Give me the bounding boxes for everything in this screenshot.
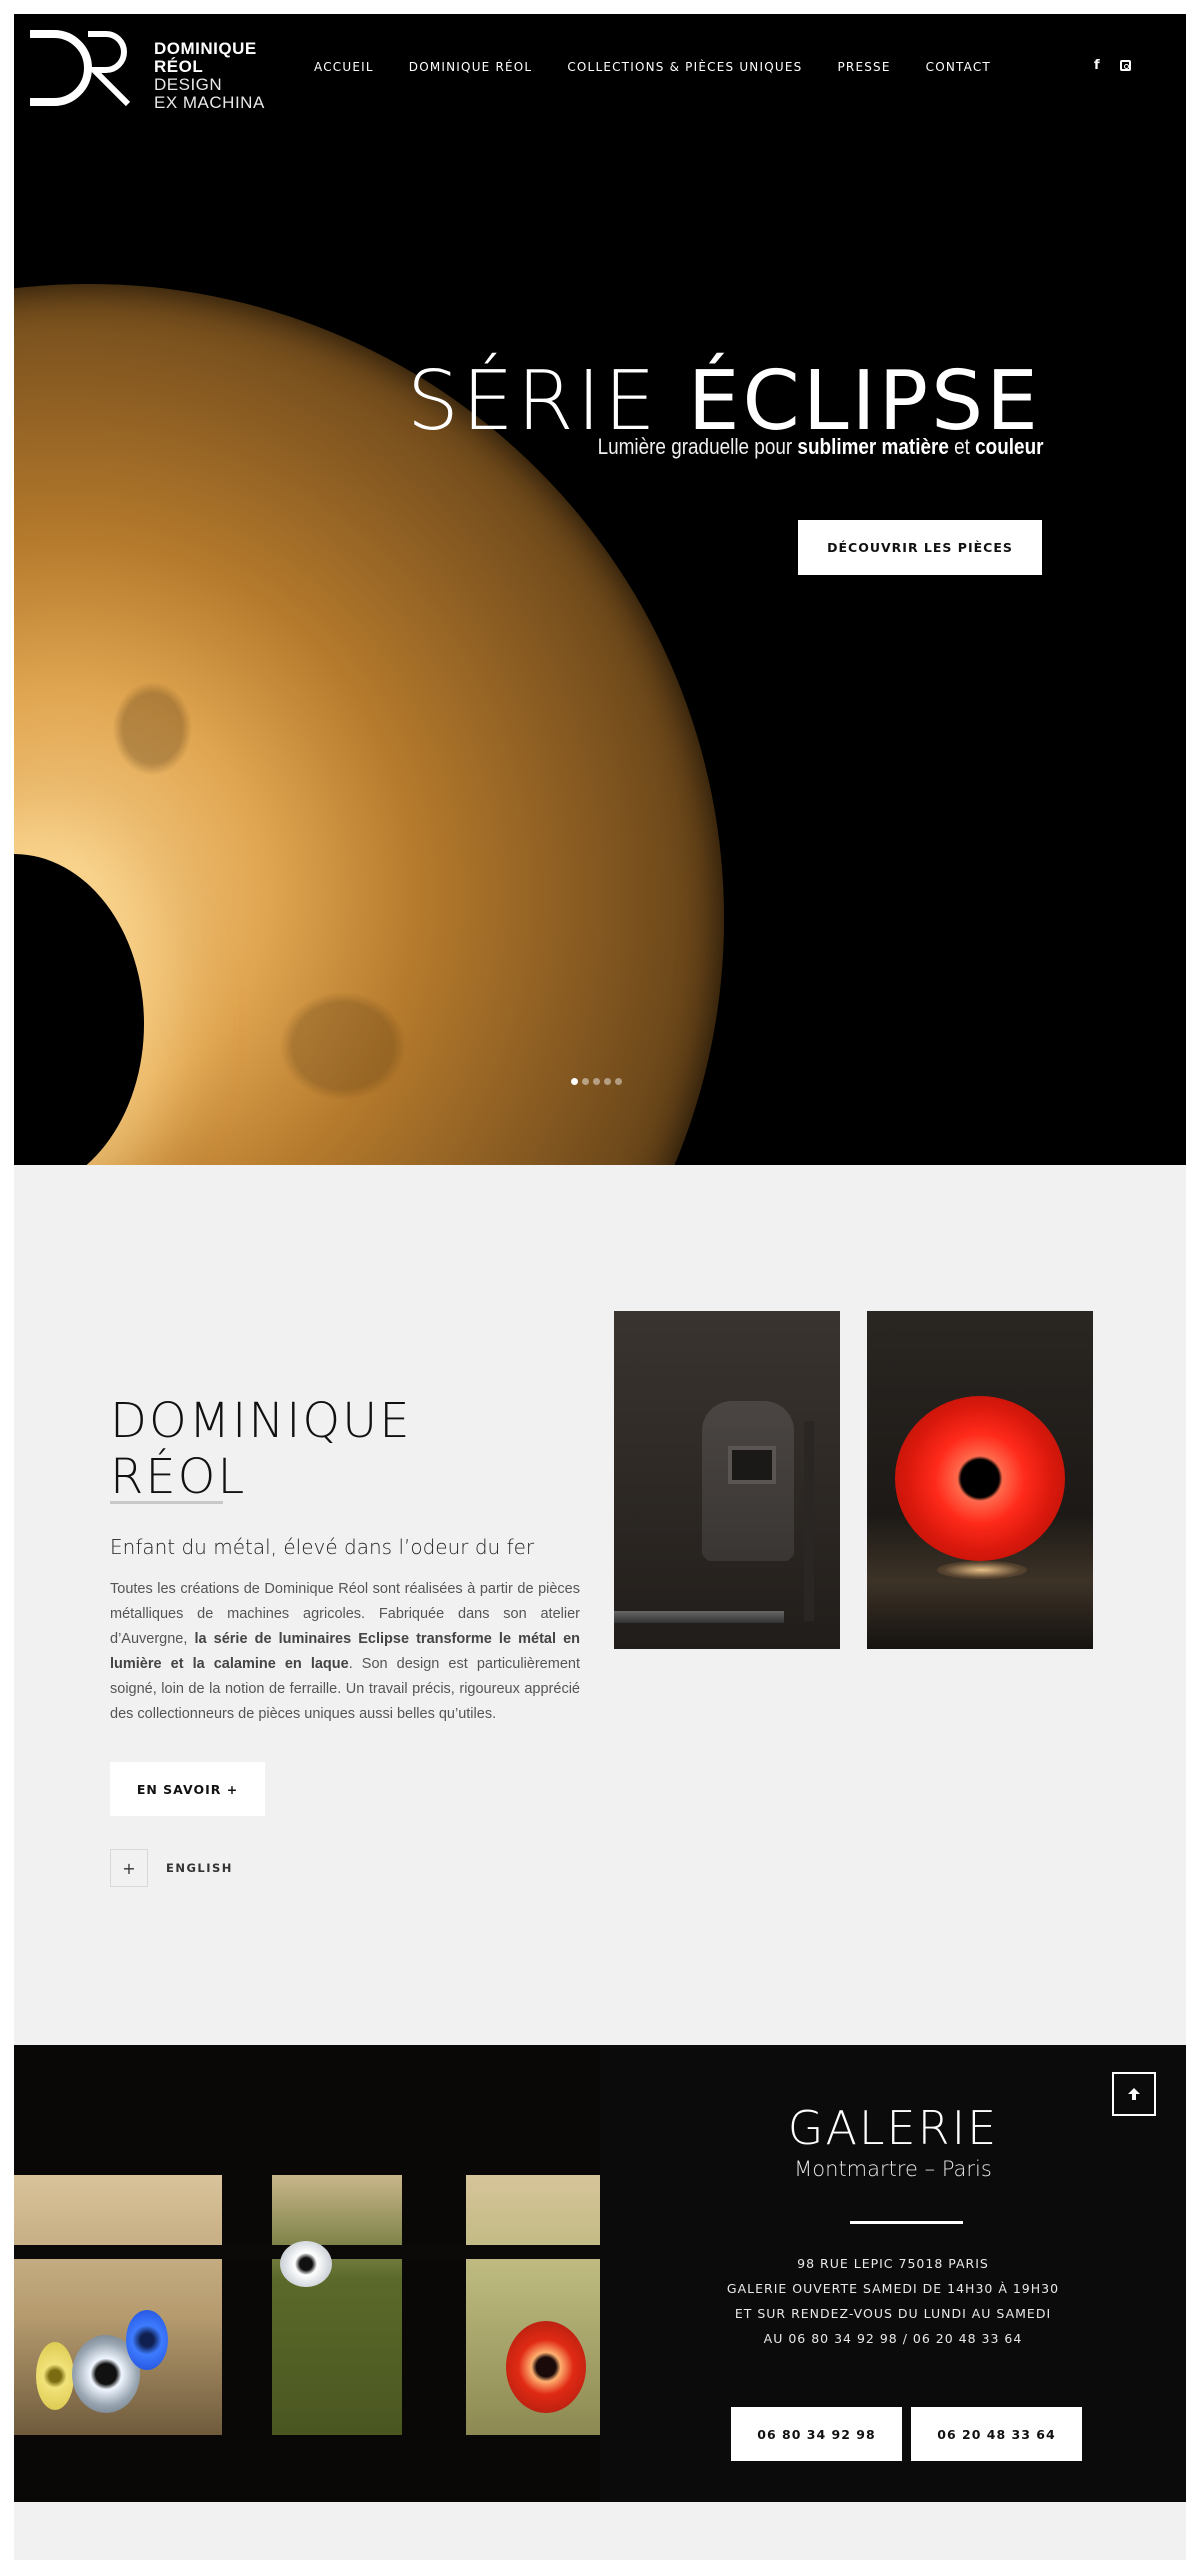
back-to-top-button[interactable] — [1112, 2072, 1156, 2116]
slider-dot[interactable] — [604, 1078, 611, 1085]
photo-lamp-glow — [937, 1561, 1027, 1579]
slider-dot[interactable] — [582, 1078, 589, 1085]
gallery-storefront-photo — [14, 2045, 600, 2502]
photo-lamp-yellow — [36, 2342, 74, 2410]
hero-slider: DOMINIQUE RÉOL DESIGN EX MACHINA ACCUEIL… — [14, 14, 1186, 1165]
photo-lamp-white — [280, 2241, 332, 2287]
about-section: DOMINIQUE RÉOL Enfant du métal, élevé da… — [14, 1165, 1186, 2045]
about-paragraph: Toutes les créations de Dominique Réol s… — [110, 1577, 580, 1727]
hero-subtitle-bold: sublimer matière — [796, 434, 949, 459]
hero-subtitle-text: et — [948, 434, 975, 459]
call-phone-1-button[interactable]: 06 80 34 92 98 — [731, 2407, 902, 2461]
gallery-address: 98 RUE LEPIC 75018 PARIS GALERIE OUVERTE… — [600, 2251, 1186, 2351]
photo-lamp-red — [506, 2321, 586, 2413]
learn-more-button[interactable]: EN SAVOIR + — [110, 1762, 265, 1816]
about-title: DOMINIQUE RÉOL — [110, 1393, 412, 1505]
site-header: DOMINIQUE RÉOL DESIGN EX MACHINA ACCUEIL… — [14, 14, 1186, 120]
hero-subtitle-bold: couleur — [974, 434, 1043, 459]
logo-line-1: DOMINIQUE — [154, 39, 257, 58]
photo-mask-window — [728, 1446, 776, 1484]
page-frame: DOMINIQUE RÉOL DESIGN EX MACHINA ACCUEIL… — [14, 14, 1186, 2560]
social-links: f — [1094, 58, 1131, 73]
dr-monogram-icon — [30, 30, 131, 107]
discover-pieces-button[interactable]: DÉCOUVRIR LES PIÈCES — [798, 520, 1042, 575]
plus-icon[interactable]: + — [110, 1849, 148, 1887]
nav-presse[interactable]: PRESSE — [837, 60, 890, 74]
hero-subtitle: Lumière graduelle pour sublimer matière … — [597, 434, 1043, 460]
gallery-section: GALERIE Montmartre – Paris 98 RUE LEPIC … — [14, 2045, 1186, 2502]
address-line: ET SUR RENDEZ-VOUS DU LUNDI AU SAMEDI — [734, 2306, 1052, 2321]
call-phone-2-button[interactable]: 06 20 48 33 64 — [911, 2407, 1082, 2461]
photo-red-lamp — [895, 1396, 1065, 1561]
logo-wordmark: DOMINIQUE RÉOL DESIGN EX MACHINA — [154, 40, 265, 112]
address-line: GALERIE OUVERTE SAMEDI DE 14H30 À 19H30 — [726, 2281, 1060, 2296]
hero-subtitle-text: Lumière graduelle pour — [597, 434, 797, 459]
gallery-title: GALERIE — [787, 2101, 999, 2155]
language-switch[interactable]: + ENGLISH — [110, 1849, 233, 1887]
facebook-icon[interactable]: f — [1094, 58, 1100, 73]
nav-contact[interactable]: CONTACT — [926, 60, 991, 74]
photo-bar — [804, 1421, 814, 1621]
logo-line-4: EX MACHINA — [154, 93, 265, 112]
welding-mask-photo — [614, 1311, 840, 1649]
logo-line-3: DESIGN — [154, 75, 223, 94]
address-line: AU 06 80 34 92 98 / 06 20 48 33 64 — [763, 2331, 1023, 2346]
about-title-line-2: RÉOL — [110, 1448, 247, 1505]
logo-line-2: RÉOL — [154, 57, 204, 76]
english-link[interactable]: ENGLISH — [166, 1861, 233, 1875]
photo-lamp-blue — [126, 2310, 168, 2370]
photo-tube — [614, 1611, 784, 1623]
slider-pagination — [571, 1078, 622, 1085]
instagram-icon[interactable] — [1119, 60, 1131, 71]
red-lamp-photo — [867, 1311, 1093, 1649]
main-nav: ACCUEIL DOMINIQUE RÉOL COLLECTIONS & PIÈ… — [314, 60, 1026, 74]
gallery-info: GALERIE Montmartre – Paris 98 RUE LEPIC … — [600, 2045, 1186, 2502]
address-line: 98 RUE LEPIC 75018 PARIS — [797, 2256, 989, 2271]
slider-dot[interactable] — [615, 1078, 622, 1085]
divider — [850, 2221, 963, 2224]
site-logo[interactable]: DOMINIQUE RÉOL DESIGN EX MACHINA — [28, 28, 278, 112]
arrow-up-icon — [1128, 2088, 1140, 2100]
nav-collections[interactable]: COLLECTIONS & PIÈCES UNIQUES — [567, 60, 802, 74]
slider-dot[interactable] — [593, 1078, 600, 1085]
slider-dot[interactable] — [571, 1078, 578, 1085]
photo-window — [272, 2175, 402, 2435]
gallery-subtitle: Montmartre – Paris — [794, 2157, 992, 2181]
nav-dominique-reol[interactable]: DOMINIQUE RÉOL — [409, 60, 533, 74]
about-subtitle: Enfant du métal, élevé dans l’odeur du f… — [110, 1535, 535, 1559]
divider — [110, 1501, 223, 1504]
about-title-line-1: DOMINIQUE — [110, 1392, 412, 1449]
nav-accueil[interactable]: ACCUEIL — [314, 60, 374, 74]
